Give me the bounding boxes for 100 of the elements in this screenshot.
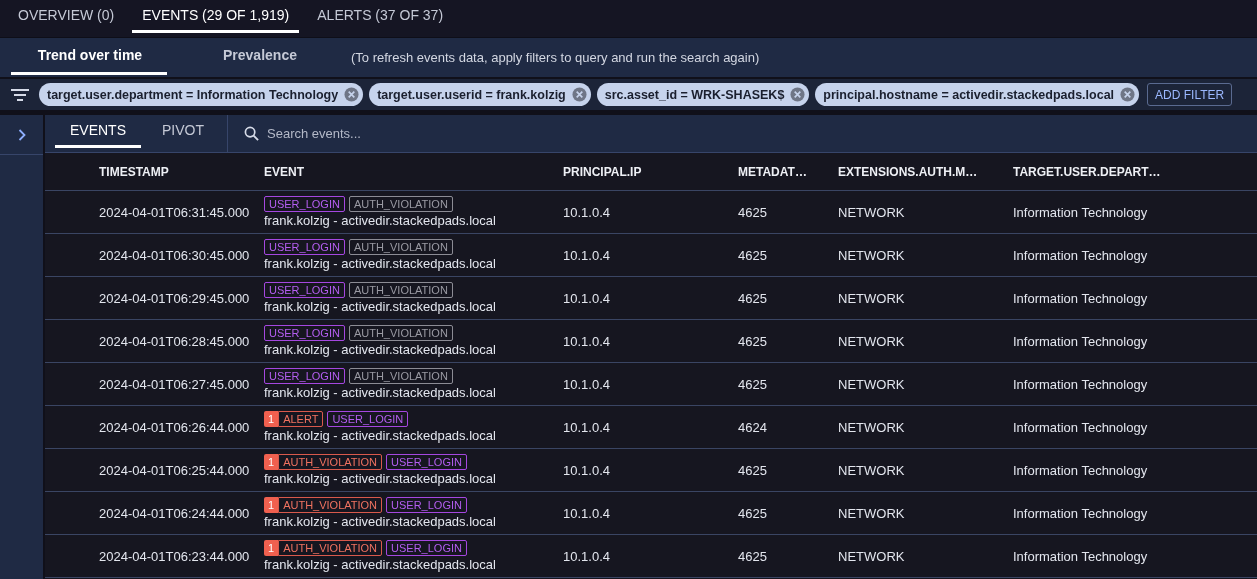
timestamp-cell-text: 2024-04-01T06:26:44.000 (99, 419, 251, 435)
auth-cell-text: NETWORK (838, 462, 906, 478)
event-text: frank.kolzig - activedir.stackedpads.local (264, 213, 497, 228)
ip-cell-text: 10.1.0.4 (563, 204, 611, 220)
timestamp-cell-text: 2024-04-01T06:23:44.000 (99, 548, 251, 564)
column-header[interactable]: EXTENSIONS.AUTH.M… (838, 164, 1013, 179)
event-tag: AUTH_VIOLATION (348, 325, 453, 341)
event-tag: AUTH_VIOLATION (278, 540, 383, 556)
department-cell-text: Information Technology (1013, 462, 1149, 478)
remove-icon[interactable] (571, 87, 587, 102)
metadata-cell-text: 4625 (738, 204, 768, 220)
column-header[interactable]: METADAT… (738, 164, 838, 179)
event-text: frank.kolzig - activedir.stackedpads.local (264, 557, 497, 572)
event-text: frank.kolzig - activedir.stackedpads.local (264, 471, 497, 486)
ip-cell-text: 10.1.0.4 (563, 290, 611, 306)
timestamp-cell-text: 2024-04-01T06:27:45.000 (99, 376, 251, 392)
auth-cell-text: NETWORK (838, 290, 906, 306)
column-header[interactable]: TIMESTAMP (99, 164, 264, 179)
search-icon (244, 126, 259, 141)
auth-cell-text: NETWORK (838, 548, 906, 564)
auth-cell-text: NETWORK (838, 376, 906, 392)
event-tag: AUTH_VIOLATION (348, 196, 453, 212)
top-tab[interactable]: EVENTS (29 OF 1,919) (132, 0, 300, 33)
timestamp-cell-text: 2024-04-01T06:25:44.000 (99, 462, 251, 478)
metadata-cell-text: 4625 (738, 505, 768, 521)
department-cell-text: Information Technology (1013, 419, 1149, 435)
remove-icon[interactable] (790, 87, 806, 102)
add-filter-button[interactable]: ADD FILTER (1147, 83, 1233, 106)
top-tab[interactable]: OVERVIEW (0) (8, 0, 125, 33)
event-tag: USER_LOGIN (386, 454, 467, 470)
department-cell-text: Information Technology (1013, 548, 1149, 564)
top-tab[interactable]: ALERTS (37 OF 37) (307, 0, 454, 33)
department-cell-text: Information Technology (1013, 247, 1149, 263)
filter-icon[interactable] (11, 87, 29, 102)
alert-count: 1 (264, 540, 279, 556)
alert-count: 1 (264, 454, 279, 470)
timestamp-cell-text: 2024-04-01T06:28:45.000 (99, 333, 251, 349)
event-tag: USER_LOGIN (264, 368, 345, 384)
remove-icon[interactable] (1120, 87, 1136, 102)
metadata-cell-text: 4625 (738, 333, 768, 349)
event-text: frank.kolzig - activedir.stackedpads.local (264, 428, 497, 443)
department-cell-text: Information Technology (1013, 376, 1149, 392)
filter-chip[interactable]: target.user.userid = frank.kolzig (369, 83, 591, 106)
department-cell-text: Information Technology (1013, 290, 1149, 306)
event-tag: AUTH_VIOLATION (278, 497, 383, 513)
event-tag: USER_LOGIN (264, 282, 345, 298)
ip-cell-text: 10.1.0.4 (563, 548, 611, 564)
auth-cell-text: NETWORK (838, 247, 906, 263)
metadata-cell-text: 4625 (738, 290, 768, 306)
event-tag: AUTH_VIOLATION (278, 454, 383, 470)
column-header[interactable]: PRINCIPAL.IP (563, 164, 738, 179)
event-tag: USER_LOGIN (264, 196, 345, 212)
event-text: frank.kolzig - activedir.stackedpads.local (264, 299, 497, 314)
ip-cell-text: 10.1.0.4 (563, 419, 611, 435)
department-cell-text: Information Technology (1013, 204, 1149, 220)
event-tag: USER_LOGIN (264, 239, 345, 255)
panel-tab[interactable]: EVENTS (55, 115, 141, 148)
metadata-cell-text: 4625 (738, 462, 768, 478)
ip-cell-text: 10.1.0.4 (563, 462, 611, 478)
alert-count: 1 (264, 411, 279, 427)
alert-count: 1 (264, 497, 279, 513)
event-tag: USER_LOGIN (386, 497, 467, 513)
column-header[interactable]: TARGET.USER.DEPART… (1013, 164, 1257, 179)
search-field[interactable]: Search events... (228, 115, 1257, 152)
timestamp-cell-text: 2024-04-01T06:31:45.000 (99, 204, 251, 220)
metadata-cell-text: 4624 (738, 419, 768, 435)
column-header[interactable]: EVENT (264, 164, 563, 179)
auth-cell-text: NETWORK (838, 419, 906, 435)
event-tag: ALERT (278, 411, 324, 427)
event-tag: USER_LOGIN (264, 325, 345, 341)
metadata-cell-text: 4625 (738, 376, 768, 392)
ip-cell-text: 10.1.0.4 (563, 376, 611, 392)
event-tag: AUTH_VIOLATION (348, 239, 453, 255)
refresh-hint: (To refresh events data, apply filters to query and run the search again) (351, 50, 760, 65)
event-text: frank.kolzig - activedir.stackedpads.local (264, 385, 497, 400)
event-text: frank.kolzig - activedir.stackedpads.local (264, 256, 497, 271)
event-tag: USER_LOGIN (327, 411, 409, 427)
timestamp-cell-text: 2024-04-01T06:29:45.000 (99, 290, 251, 306)
timestamp-cell-text: 2024-04-01T06:24:44.000 (99, 505, 251, 521)
event-tag: AUTH_VIOLATION (348, 282, 453, 298)
department-cell-text: Information Technology (1013, 333, 1149, 349)
event-tag: USER_LOGIN (386, 540, 467, 556)
metadata-cell-text: 4625 (738, 548, 768, 564)
auth-cell-text: NETWORK (838, 505, 906, 521)
auth-cell-text: NETWORK (838, 204, 906, 220)
filter-chip[interactable]: src.asset_id = WRK-SHASEK$ (596, 83, 810, 106)
metadata-cell-text: 4625 (738, 247, 768, 263)
ip-cell-text: 10.1.0.4 (563, 333, 611, 349)
remove-icon[interactable] (344, 87, 360, 102)
ip-cell-text: 10.1.0.4 (563, 247, 611, 263)
filter-chip[interactable]: principal.hostname = activedir.stackedpads.local (815, 83, 1140, 106)
chevron-right-icon (17, 128, 26, 141)
filter-chip[interactable]: target.user.department = Information Technology (39, 83, 364, 106)
event-text: frank.kolzig - activedir.stackedpads.local (264, 514, 497, 529)
panel-tab[interactable]: PIVOT (147, 115, 220, 148)
event-tag: AUTH_VIOLATION (348, 368, 453, 384)
timestamp-cell-text: 2024-04-01T06:30:45.000 (99, 247, 251, 263)
event-text: frank.kolzig - activedir.stackedpads.local (264, 342, 497, 357)
department-cell-text: Information Technology (1013, 505, 1149, 521)
view-tab[interactable]: Prevalence (181, 38, 337, 75)
